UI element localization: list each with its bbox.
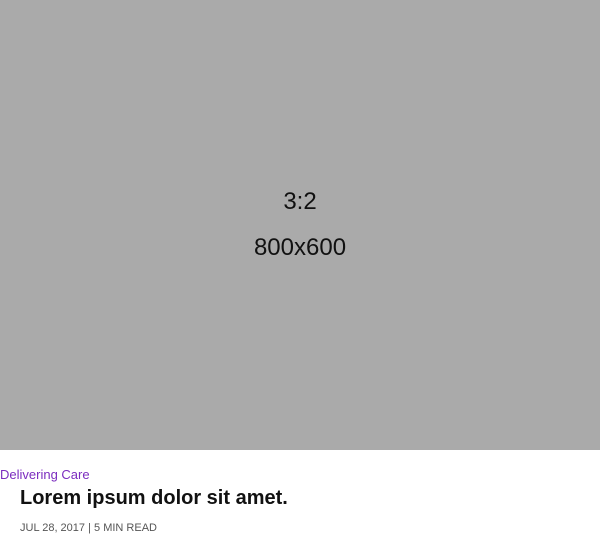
article-card[interactable]: 3:2 800x600 Delivering Care Lorem ipsum … — [0, 0, 600, 536]
article-image-placeholder[interactable]: 3:2 800x600 — [0, 0, 600, 450]
article-meta: JUL 28, 2017 | 5 MIN READ — [20, 521, 157, 535]
meta-separator: | — [88, 522, 91, 534]
category-link[interactable]: Delivering Care — [0, 467, 90, 483]
image-ratio-label: 3:2 — [283, 188, 317, 215]
image-size-label: 800x600 — [253, 234, 347, 261]
read-time: 5 MIN READ — [94, 522, 157, 534]
article-date: JUL 28, 2017 — [20, 522, 86, 534]
article-title[interactable]: Lorem ipsum dolor sit amet. — [20, 485, 288, 511]
